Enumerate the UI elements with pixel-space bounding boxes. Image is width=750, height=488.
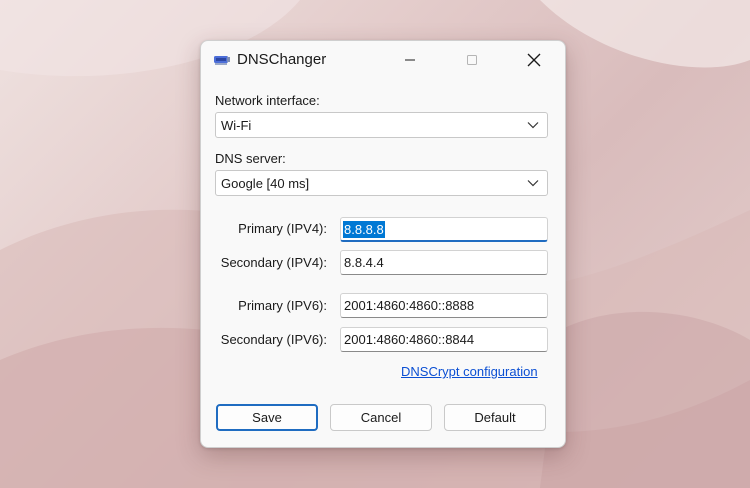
dns-server-select[interactable]: Google [40 ms]	[215, 170, 548, 196]
save-button[interactable]: Save	[216, 404, 318, 431]
window-title: DNSChanger	[237, 51, 327, 68]
dns-server-value: Google [40 ms]	[221, 176, 310, 191]
dnscrypt-configuration-link[interactable]: DNSCrypt configuration	[401, 364, 538, 379]
primary-ipv4-value: 8.8.8.8	[343, 221, 385, 238]
close-icon	[527, 53, 541, 67]
secondary-ipv6-label: Secondary (IPV6):	[220, 332, 327, 347]
maximize-button	[449, 41, 495, 79]
default-button[interactable]: Default	[444, 404, 546, 431]
primary-ipv4-field[interactable]: 8.8.8.8	[340, 217, 548, 242]
secondary-ipv4-label: Secondary (IPV4):	[220, 255, 327, 270]
maximize-icon	[467, 55, 477, 65]
primary-ipv6-field[interactable]	[340, 293, 548, 318]
dns-server-label: DNS server:	[215, 151, 286, 166]
minimize-icon	[405, 59, 415, 61]
close-button[interactable]	[511, 41, 557, 79]
chevron-down-icon	[527, 180, 539, 187]
network-interface-label: Network interface:	[215, 93, 320, 108]
network-interface-select[interactable]: Wi-Fi	[215, 112, 548, 138]
secondary-ipv4-field[interactable]	[340, 250, 548, 275]
network-adapter-icon	[214, 56, 230, 65]
primary-ipv6-label: Primary (IPV6):	[238, 298, 327, 313]
chevron-down-icon	[527, 122, 539, 129]
secondary-ipv6-field[interactable]	[340, 327, 548, 352]
title-bar[interactable]: DNSChanger	[201, 41, 565, 79]
cancel-button[interactable]: Cancel	[330, 404, 432, 431]
network-interface-value: Wi-Fi	[221, 118, 252, 133]
primary-ipv4-label: Primary (IPV4):	[238, 221, 327, 236]
minimize-button[interactable]	[387, 41, 433, 79]
